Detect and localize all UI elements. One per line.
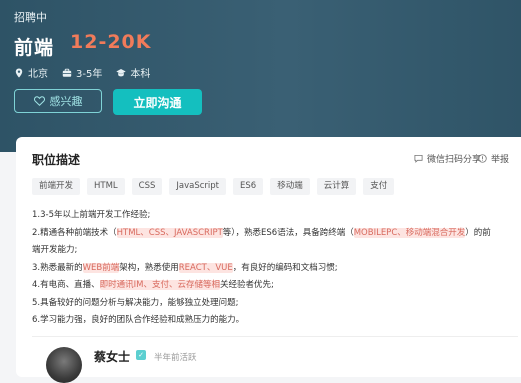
- education-text: 本科: [130, 69, 151, 80]
- desc-text: 4.有电商、直播、: [32, 280, 100, 290]
- location-pin-icon: [15, 68, 23, 77]
- skill-tag: 移动端: [270, 178, 310, 195]
- skill-tag: HTML: [87, 178, 125, 195]
- desc-text: 关经验者优先;: [219, 280, 274, 290]
- interest-label: 感兴趣: [49, 95, 83, 108]
- skill-tag: 支付: [363, 178, 395, 195]
- desc-text: 等），熟悉ES6语法，具备跨终端（: [222, 227, 354, 238]
- skill-tag: CSS: [131, 178, 163, 195]
- skill-tag: ES6: [233, 178, 264, 195]
- wechat-share-label: 微信扫码分享: [427, 155, 482, 165]
- skill-tag: 前端开发: [32, 178, 81, 195]
- desc-line: 4.有电商、直播、即时通讯IM、支付、云存储等相关经验者优先;: [32, 277, 521, 295]
- desc-text: 架构，熟悉使用: [119, 262, 179, 273]
- location-text: 北京: [28, 69, 48, 80]
- desc-line: 1.3-5年以上前端开发工作经验;: [32, 210, 151, 220]
- desc-line: 6.学习能力强，良好的团队合作经验和成熟压力的能力。: [32, 315, 245, 325]
- heart-icon: [33, 96, 45, 106]
- experience: 3-5年: [62, 65, 102, 80]
- divider: [32, 336, 518, 337]
- briefcase-icon: [62, 68, 72, 77]
- job-description-card: 职位描述 微信扫码分享 举报 前端开发 HTML CSS JavaScript …: [16, 137, 521, 383]
- desc-line: 端开发能力;: [32, 245, 78, 255]
- skill-tag: 云计算: [316, 178, 357, 195]
- keyword-highlight: 即时通讯IM、支付、云存储等相: [99, 280, 220, 290]
- report-button[interactable]: 举报: [478, 152, 509, 165]
- report-label: 举报: [491, 155, 510, 165]
- skill-tag: JavaScript: [169, 178, 227, 195]
- avatar[interactable]: [46, 347, 82, 383]
- job-title: 前端: [14, 37, 55, 59]
- desc-line: 5.具备较好的问题分析与解决能力，能够独立处理问题;: [32, 297, 239, 308]
- experience-text: 3-5年: [76, 69, 103, 80]
- desc-line: 3.熟悉最新的WEB前端架构，熟悉使用REACT、VUE，有良好的编码和文档习惯…: [32, 260, 521, 278]
- verified-badge-icon: ✓: [136, 350, 146, 360]
- desc-text: ，有良好的编码和文档习惯;: [232, 262, 338, 273]
- location: 北京: [14, 65, 48, 80]
- recruiter-activity: 半年前活跃: [154, 353, 197, 363]
- keyword-highlight: MOBILEPC、移动端混合开发: [353, 227, 466, 238]
- job-status: 招聘中: [14, 11, 47, 24]
- keyword-highlight: WEB前端: [82, 262, 120, 273]
- wechat-share-button[interactable]: 微信扫码分享: [414, 152, 481, 165]
- desc-text: 3.熟悉最新的: [32, 262, 83, 273]
- job-description-text: 1.3-5年以上前端开发工作经验; 2.精通各种前端技术（HTML、CSS、JA…: [32, 207, 521, 330]
- keyword-highlight: HTML、CSS、JAVASCRIPT: [116, 227, 223, 238]
- desc-text: ）的前: [465, 227, 491, 238]
- graduation-cap-icon: [116, 68, 127, 76]
- education: 本科: [116, 65, 150, 80]
- interest-button[interactable]: 感兴趣: [14, 89, 102, 113]
- chat-now-button[interactable]: 立即沟通: [113, 89, 202, 115]
- job-meta: 北京 3-5年 本科: [14, 65, 164, 80]
- recruiter-name: 蔡女士: [94, 350, 131, 364]
- desc-text: 2.精通各种前端技术（: [32, 227, 117, 238]
- salary: 12-20K: [70, 31, 152, 53]
- keyword-highlight: REACT、VUE: [178, 262, 233, 273]
- job-header: 招聘中 前端 12-20K 北京 3-5年 本科 感兴趣 立即沟通: [0, 0, 521, 152]
- section-title: 职位描述: [32, 153, 81, 167]
- skill-tags: 前端开发 HTML CSS JavaScript ES6 移动端 云计算 支付: [32, 178, 401, 195]
- chat-bubble-icon: [414, 154, 423, 163]
- desc-line: 2.精通各种前端技术（HTML、CSS、JAVASCRIPT等），熟悉ES6语法…: [32, 225, 521, 243]
- warning-icon: [478, 154, 487, 163]
